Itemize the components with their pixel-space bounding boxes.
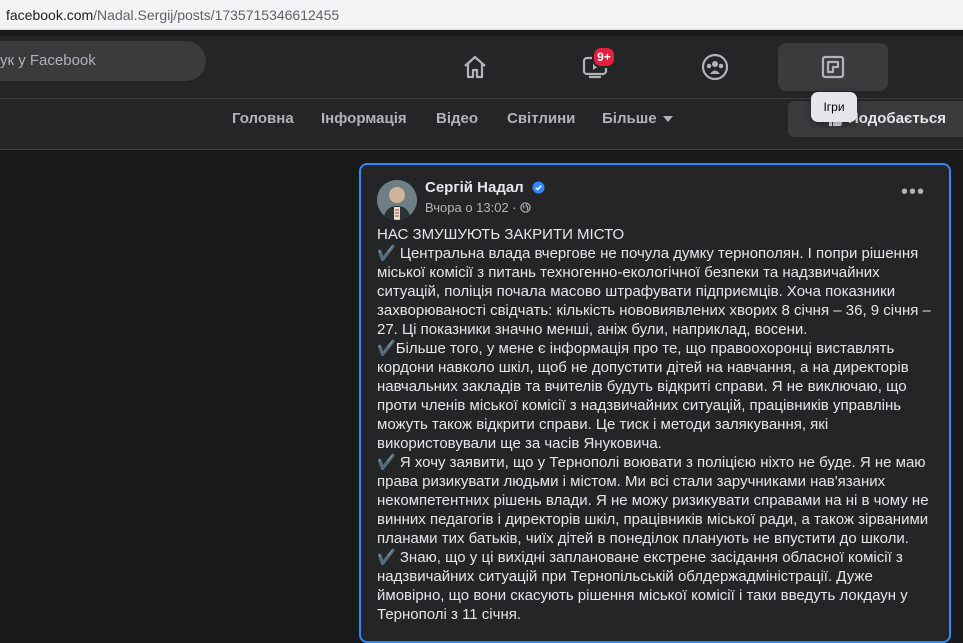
post-timestamp[interactable]: Вчора о 13:02 · xyxy=(425,200,517,215)
avatar-image xyxy=(377,180,417,220)
post-paragraph: ✔️ Я хочу заявити, що у Тернополі воюват… xyxy=(377,453,937,548)
author-name-text: Сергій Надал xyxy=(425,179,524,196)
home-icon xyxy=(464,55,486,79)
search-input[interactable]: ук у Facebook xyxy=(0,41,206,81)
tab-videos[interactable]: Відео xyxy=(436,99,478,149)
check-mark-icon: ✔️ xyxy=(377,245,396,262)
paragraph-text: Центральна влада вчергове не почула думк… xyxy=(377,245,931,338)
globe-icon xyxy=(520,202,531,213)
post-meta: Вчора о 13:02 · xyxy=(425,200,531,215)
check-mark-icon: ✔️ xyxy=(377,454,396,471)
watch-nav-button[interactable]: 9+ xyxy=(540,43,650,91)
groups-icon xyxy=(701,53,729,81)
verified-badge-icon xyxy=(532,181,545,194)
url-path: /Nadal.Sergij/posts/1735715346612455 xyxy=(93,7,340,23)
top-navigation-bar: ук у Facebook 9+ xyxy=(0,36,963,98)
search-placeholder: ук у Facebook xyxy=(0,52,96,69)
post-paragraph: ✔️ Знаю, що у ці вихідні заплановане екс… xyxy=(377,548,937,624)
gaming-icon xyxy=(821,55,845,79)
tab-about[interactable]: Інформація xyxy=(321,99,407,149)
gaming-nav-button[interactable] xyxy=(778,43,888,91)
author-name[interactable]: Сергій Надал xyxy=(425,179,545,196)
address-bar[interactable]: facebook.com/Nadal.Sergij/posts/17357153… xyxy=(0,0,963,30)
check-mark-icon: ✔️ xyxy=(377,549,396,566)
paragraph-text: Більше того, у мене є інформація про те,… xyxy=(377,340,909,452)
paragraph-text: Знаю, що у ці вихідні заплановане екстре… xyxy=(377,549,908,623)
notification-badge: 9+ xyxy=(592,46,616,68)
tab-photos[interactable]: Світлини xyxy=(507,99,575,149)
caret-down-icon xyxy=(662,116,673,123)
author-avatar[interactable] xyxy=(377,180,417,220)
tab-more-label: Більше xyxy=(602,110,657,127)
tab-home[interactable]: Головна xyxy=(232,99,294,149)
paragraph-text: Я хочу заявити, що у Тернополі воювати з… xyxy=(377,454,929,547)
url-host: facebook.com xyxy=(6,7,94,23)
post-paragraph: ✔️Більше того, у мене є інформація про т… xyxy=(377,339,937,453)
post-paragraph: ✔️ Центральна влада вчергове не почула д… xyxy=(377,244,937,339)
groups-nav-button[interactable] xyxy=(660,43,770,91)
gaming-tooltip: Ігри xyxy=(811,92,857,122)
post-card: Сергій Надал Вчора о 13:02 · ••• НАС ЗМУ… xyxy=(359,163,951,643)
check-mark-icon: ✔️ xyxy=(377,340,396,357)
home-nav-button[interactable] xyxy=(420,43,530,91)
post-body: НАС ЗМУШУЮТЬ ЗАКРИТИ МІСТО ✔️ Центральна… xyxy=(377,225,937,624)
more-options-icon[interactable]: ••• xyxy=(901,182,925,202)
post-title-line: НАС ЗМУШУЮТЬ ЗАКРИТИ МІСТО xyxy=(377,226,625,243)
tab-more[interactable]: Більше xyxy=(602,99,673,149)
like-page-label: Подобається xyxy=(848,110,946,127)
